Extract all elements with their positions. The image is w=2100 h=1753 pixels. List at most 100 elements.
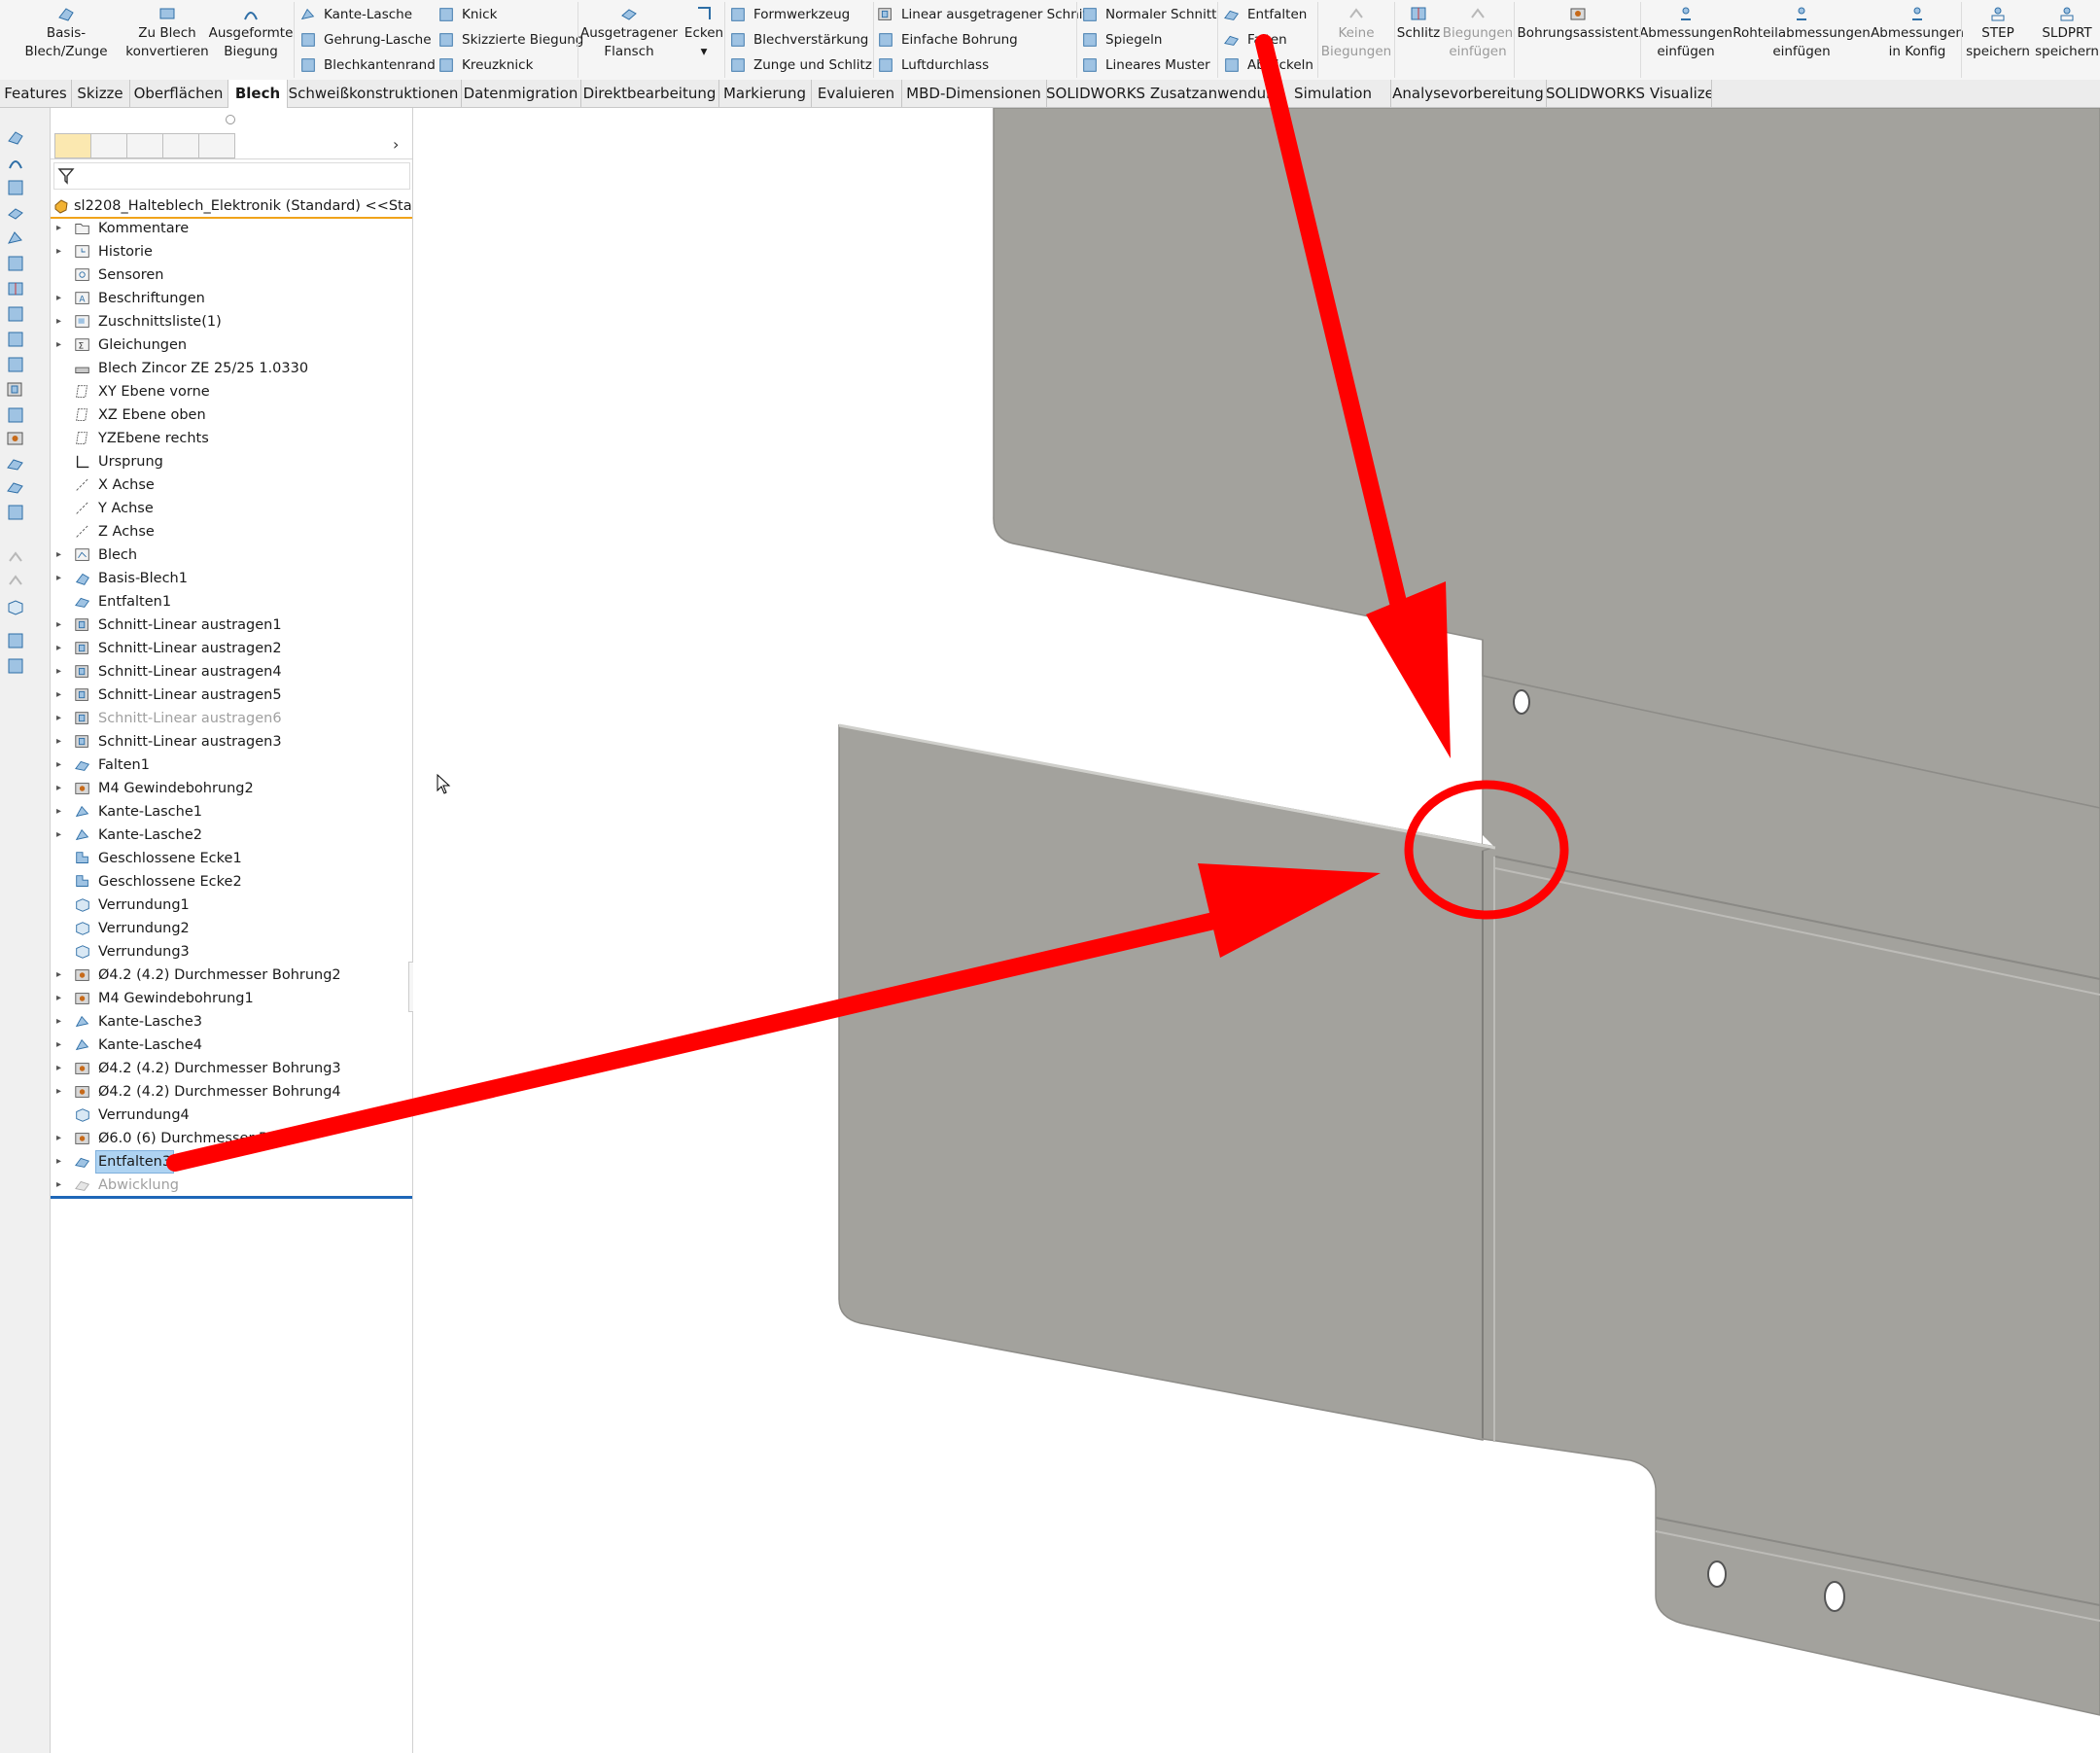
tab-8[interactable]: Markierung bbox=[718, 80, 812, 107]
ribbon-button-4[interactable]: Ausgetragener Flansch bbox=[580, 4, 678, 76]
tree-item[interactable]: XZ Ebene oben bbox=[51, 403, 412, 427]
tree-item[interactable]: XY Ebene vorne bbox=[51, 380, 412, 403]
ribbon-small-button[interactable]: Falten bbox=[1223, 28, 1287, 52]
tree-item[interactable]: ▸ Ø4.2 (4.2) Durchmesser Bohrung4 bbox=[51, 1080, 412, 1104]
tree-item[interactable]: Z Achse bbox=[51, 520, 412, 543]
ribbon-small-button[interactable]: Gehrung-Lasche bbox=[299, 28, 432, 52]
panel-collapse-handle[interactable] bbox=[226, 115, 235, 124]
tree-item[interactable]: Blech Zincor ZE 25/25 1.0330 bbox=[51, 357, 412, 380]
ribbon-button-2[interactable]: Zu Blech konvertieren bbox=[125, 4, 209, 76]
expand-arrow-icon[interactable]: ▸ bbox=[56, 964, 68, 987]
ribbon-button-6[interactable]: Keine Biegungen bbox=[1319, 4, 1393, 76]
expand-arrow-icon[interactable]: ▸ bbox=[56, 684, 68, 707]
tree-item[interactable]: ▸ M4 Gewindebohrung1 bbox=[51, 987, 412, 1010]
tab-5[interactable]: Schweißkonstruktionen bbox=[286, 80, 462, 107]
ribbon-small-button[interactable]: Luftdurchlass bbox=[877, 53, 989, 77]
tab-1[interactable]: Features bbox=[0, 80, 72, 107]
tree-item[interactable]: ▸ Kante-Lasche1 bbox=[51, 800, 412, 824]
tab-3[interactable]: Oberflächen bbox=[129, 80, 228, 107]
tree-item[interactable]: ▸ Kante-Lasche4 bbox=[51, 1034, 412, 1057]
tree-item[interactable]: ▸ Kante-Lasche3 bbox=[51, 1010, 412, 1034]
tree-item[interactable]: Verrundung4 bbox=[51, 1104, 412, 1127]
tree-item[interactable]: ▸ A Beschriftungen bbox=[51, 287, 412, 310]
tree-item[interactable]: ▸ Blech bbox=[51, 543, 412, 567]
tree-item[interactable]: ▸ Schnitt-Linear austragen5 bbox=[51, 684, 412, 707]
tree-item[interactable]: ▸ Ø4.2 (4.2) Durchmesser Bohrung3 bbox=[51, 1057, 412, 1080]
expand-arrow-icon[interactable]: ▸ bbox=[56, 1010, 68, 1034]
tree-item[interactable]: Ursprung bbox=[51, 450, 412, 473]
insert-bends-icon[interactable] bbox=[6, 571, 25, 590]
ribbon-button-1[interactable]: Basis-Blech/Zunge bbox=[6, 4, 126, 76]
ribbon-button-8[interactable]: Biegungen einfügen bbox=[1443, 4, 1513, 76]
flatten-icon[interactable] bbox=[6, 503, 25, 522]
tree-item[interactable]: ▸ Falten1 bbox=[51, 754, 412, 777]
main-face[interactable] bbox=[1482, 640, 2100, 1716]
extruded-cut-icon[interactable] bbox=[6, 380, 25, 400]
ribbon-small-button[interactable]: Blechkantenrand bbox=[299, 53, 436, 77]
tree-item[interactable]: ▸ Σ Gleichungen bbox=[51, 333, 412, 357]
ribbon-small-button[interactable]: Zunge und Schlitz bbox=[729, 53, 872, 77]
tree-item[interactable]: ▸ Schnitt-Linear austragen3 bbox=[51, 730, 412, 754]
tab-2[interactable]: Skizze bbox=[71, 80, 130, 107]
hole-icon[interactable] bbox=[6, 429, 25, 448]
graphics-area[interactable] bbox=[413, 108, 2100, 1753]
tree-item[interactable]: ▸ Schnitt-Linear austragen4 bbox=[51, 660, 412, 684]
configuration-manager-tab[interactable] bbox=[126, 133, 163, 158]
expand-arrow-icon[interactable]: ▸ bbox=[56, 660, 68, 684]
ribbon-small-button[interactable]: Knick bbox=[438, 3, 497, 26]
expand-arrow-icon[interactable]: ▸ bbox=[56, 614, 68, 637]
tree-item[interactable]: ▸ Zuschnittsliste(1) bbox=[51, 310, 412, 333]
fold-icon[interactable] bbox=[6, 477, 25, 497]
tree-item[interactable]: ▸ Ø6.0 (6) Durchmesser B bbox=[51, 1127, 412, 1150]
tab-6[interactable]: Datenmigration bbox=[461, 80, 581, 107]
hole-upper[interactable] bbox=[1513, 689, 1530, 715]
ribbon-small-button[interactable]: Kreuzknick bbox=[438, 53, 533, 77]
ribbon-button-9[interactable]: Bohrungsassistent bbox=[1518, 4, 1638, 76]
feature-tree-root[interactable]: sl2208_Halteblech_Elektronik (Standard) … bbox=[51, 195, 412, 219]
expand-arrow-icon[interactable]: ▸ bbox=[56, 800, 68, 824]
expand-arrow-icon[interactable]: ▸ bbox=[56, 777, 68, 800]
hole-lower-left[interactable] bbox=[1707, 1560, 1727, 1588]
tree-item[interactable]: ▸ Kommentare bbox=[51, 217, 412, 240]
expand-arrow-icon[interactable]: ▸ bbox=[56, 987, 68, 1010]
expand-arrow-icon[interactable]: ▸ bbox=[56, 333, 68, 357]
tab-11[interactable]: SOLIDWORKS Zusatzanwendungen bbox=[1046, 80, 1277, 107]
expand-arrow-icon[interactable]: ▸ bbox=[56, 1150, 68, 1174]
tree-item[interactable]: ▸ Schnitt-Linear austragen6 bbox=[51, 707, 412, 730]
expand-arrow-icon[interactable]: ▸ bbox=[56, 1057, 68, 1080]
unfold-icon[interactable] bbox=[6, 454, 25, 473]
expand-arrow-icon[interactable]: ▸ bbox=[56, 1127, 68, 1150]
ribbon-button-7[interactable]: Schlitz bbox=[1396, 4, 1441, 76]
swept-flange-icon[interactable] bbox=[6, 203, 25, 223]
gusset-icon[interactable] bbox=[6, 330, 25, 349]
mirror-icon[interactable] bbox=[6, 656, 25, 676]
ribbon-small-button[interactable]: Skizzierte Biegung bbox=[438, 28, 583, 52]
tree-item[interactable]: Verrundung1 bbox=[51, 894, 412, 917]
ribbon-small-button[interactable]: Einfache Bohrung bbox=[877, 28, 1018, 52]
dimxpert-tab[interactable] bbox=[162, 133, 199, 158]
expand-arrow-icon[interactable]: ▸ bbox=[56, 637, 68, 660]
tab-10[interactable]: MBD-Dimensionen bbox=[901, 80, 1047, 107]
tab-12[interactable]: Simulation bbox=[1276, 80, 1391, 107]
tree-item[interactable]: Entfalten1 bbox=[51, 590, 412, 614]
expand-arrow-icon[interactable]: ▸ bbox=[56, 1034, 68, 1057]
tree-item[interactable]: X Achse bbox=[51, 473, 412, 497]
ribbon-small-button[interactable]: Normaler Schnitt bbox=[1081, 3, 1216, 26]
ribbon-button-10[interactable]: Abmessungen einfügen bbox=[1639, 4, 1732, 76]
tree-item[interactable]: Geschlossene Ecke1 bbox=[51, 847, 412, 870]
ribbon-button-5[interactable]: Ecken ▾ bbox=[681, 4, 727, 76]
hole-lower-right[interactable] bbox=[1824, 1581, 1845, 1612]
ribbon-small-button[interactable]: Abwickeln bbox=[1223, 53, 1313, 77]
expand-arrow-icon[interactable]: ▸ bbox=[56, 217, 68, 240]
property-manager-tab[interactable] bbox=[90, 133, 127, 158]
tree-item[interactable]: ▸ Schnitt-Linear austragen1 bbox=[51, 614, 412, 637]
edge-flange-icon[interactable] bbox=[6, 228, 25, 248]
ribbon-button-3[interactable]: Ausgeformte Biegung bbox=[209, 4, 293, 76]
ribbon-button-11[interactable]: Rohteilabmessungen einfügen bbox=[1732, 4, 1871, 76]
ribbon-small-button[interactable]: Lineares Muster bbox=[1081, 53, 1210, 77]
no-bends-icon[interactable] bbox=[6, 547, 25, 567]
tree-item[interactable]: ▸ Kante-Lasche2 bbox=[51, 824, 412, 847]
tree-item[interactable]: ▸ Ø4.2 (4.2) Durchmesser Bohrung2 bbox=[51, 964, 412, 987]
expand-arrow-icon[interactable]: ▸ bbox=[56, 824, 68, 847]
tab-13[interactable]: Analysevorbereitung bbox=[1390, 80, 1547, 107]
